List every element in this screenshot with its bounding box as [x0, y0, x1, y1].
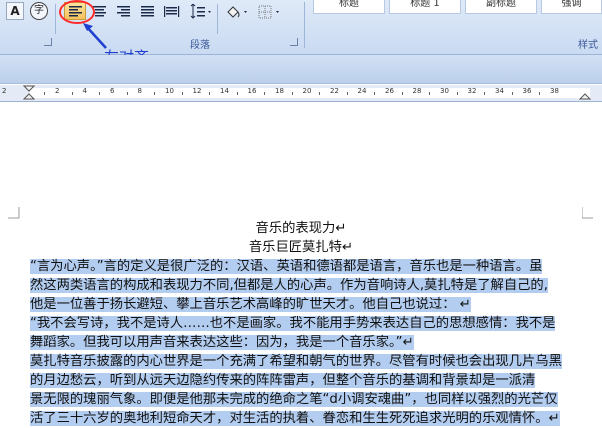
ruler-tick — [126, 92, 128, 95]
ruler-tick — [44, 92, 46, 95]
ruler-tick — [181, 92, 183, 95]
ruler-number: 28 — [412, 87, 422, 95]
ruler-number: 20 — [302, 87, 312, 95]
paragraph-line: 莫扎特音乐披露的内心世界是一个充满了希望和朝气的世界。尽管有时候也会出现几片乌黑 — [30, 354, 562, 369]
ruler-number: 2 — [2, 87, 7, 95]
ruler-tick — [374, 92, 376, 95]
paragraph-line: 然这两类语言的构成和表现力不同,但都是人的心声。作为音响诗人,莫扎特是了解自己的… — [30, 278, 548, 293]
ruler-number: 4 — [82, 87, 87, 95]
page-corner-mark — [8, 207, 20, 219]
ruler-number: 26 — [385, 87, 394, 95]
ruler-tick — [236, 92, 238, 95]
indent-marker-icon[interactable] — [22, 85, 36, 101]
ruler-number: 18 — [275, 87, 284, 95]
ruler-tick — [71, 92, 73, 95]
ruler-tick — [264, 92, 266, 95]
ruler-number: 14 — [220, 87, 229, 95]
ruler-number: 10 — [165, 87, 174, 95]
ruler-number: 38 — [550, 87, 559, 95]
paragraph-line: 他是一位善于扬长避短、攀上音乐艺术高峰的旷世天才。他自己也说过： ↵ — [30, 297, 471, 312]
horizontal-ruler[interactable]: 2 2 4 6 8 10 12 14 16 18 20 22 24 26 28 30 32 34 36 38 — [0, 85, 602, 102]
ruler-number: 8 — [137, 87, 142, 95]
ruler-number: 24 — [357, 87, 367, 95]
ruler-tick — [346, 92, 348, 95]
ruler-tick — [154, 92, 156, 95]
paragraph-line: 的月边愁云，听到从远天边隐约传来的阵阵雷声，但整个音乐的基调和背景却是一派清 — [30, 373, 536, 388]
paragraph-line: “言为心声。”言的定义是很广泛的：汉语、英语和德语都是语言，音乐也是一种语言。虽 — [30, 259, 543, 274]
ruler-number: 32 — [467, 87, 477, 95]
ruler-number: 36 — [522, 87, 532, 95]
ruler-tick — [209, 92, 211, 95]
document-page[interactable]: 音乐的表现力↵ 音乐巨匠莫扎特↵ “言为心声。”言的定义是很广泛的：汉语、英语和… — [0, 102, 602, 428]
ruler-tick — [291, 92, 293, 95]
command-strip — [0, 55, 602, 84]
ruler-tick — [429, 92, 431, 95]
ruler-tick — [484, 92, 486, 95]
ruler-number: 16 — [247, 87, 257, 95]
ruler-tick — [99, 92, 101, 95]
ruler-number: 2 — [55, 87, 60, 95]
paragraph-line: 景无限的瑰丽气象。即便是他那未完成的绝命之笔“d小调安魂曲”，也同样以强烈的光芒… — [30, 392, 558, 407]
right-indent-marker-icon[interactable] — [578, 85, 592, 101]
ruler-tick — [511, 92, 513, 95]
ruler-number: 34 — [495, 87, 504, 95]
document-title: 音乐的表现力↵ — [255, 221, 347, 236]
paragraph-line: 活了三十六岁的奥地利短命天才，对生活的执着、眷恋和生生死死追求光明的乐观情怀。↵ — [30, 411, 560, 426]
paragraph-line: 舞蹈家。但我可以用声音来表达这些：因为，我是一个音乐家。”↵ — [30, 335, 414, 350]
ruler-tick — [319, 92, 321, 95]
paragraph-line: “我不会写诗，我不是诗人……也不是画家。我不能用手势来表达自己的思想感情：我不是 — [30, 316, 556, 331]
ruler-number: 30 — [440, 87, 449, 95]
ruler-tick — [401, 92, 403, 95]
ruler-tick — [539, 92, 541, 95]
ruler-tick — [456, 92, 458, 95]
document-subtitle: 音乐巨匠莫扎特↵ — [248, 240, 354, 255]
ruler-number: 22 — [330, 87, 339, 95]
ruler-number: 6 — [110, 87, 115, 95]
page-corner-mark — [582, 207, 593, 219]
ruler-number: 12 — [192, 87, 202, 95]
